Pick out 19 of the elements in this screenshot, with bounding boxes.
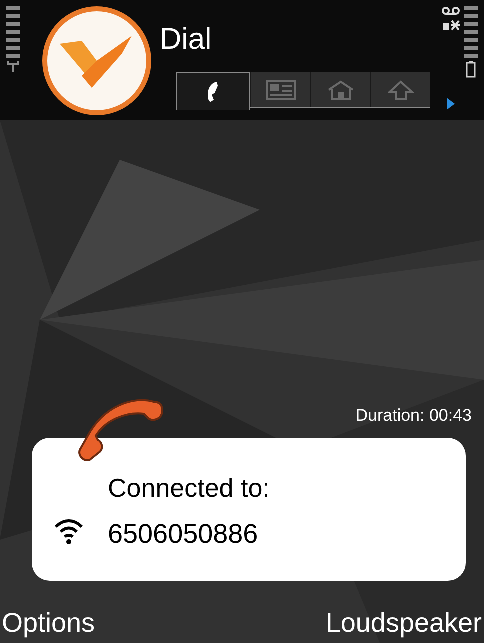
battery-icon <box>466 60 476 78</box>
loudspeaker-softkey[interactable]: Loudspeaker <box>326 607 482 639</box>
call-status: Connected to: <box>108 472 270 505</box>
card-icon <box>266 80 296 100</box>
battery-level-icon <box>464 6 478 58</box>
upload-icon <box>388 80 414 100</box>
scroll-arrow-icon <box>447 98 455 110</box>
house-icon <box>326 80 354 100</box>
options-softkey[interactable]: Options <box>2 607 96 639</box>
wifi-icon <box>54 517 84 545</box>
screen-title: Dial <box>160 22 213 58</box>
antenna-icon <box>7 60 19 72</box>
signal-strength-icon <box>6 6 20 58</box>
call-duration: Duration: 00:43 <box>356 404 472 426</box>
voicemail-icon <box>442 6 460 16</box>
logo-icon <box>42 6 152 116</box>
phone-icon <box>206 80 220 102</box>
tab[interactable] <box>176 72 250 110</box>
phone-number: 6506050886 <box>108 518 260 551</box>
